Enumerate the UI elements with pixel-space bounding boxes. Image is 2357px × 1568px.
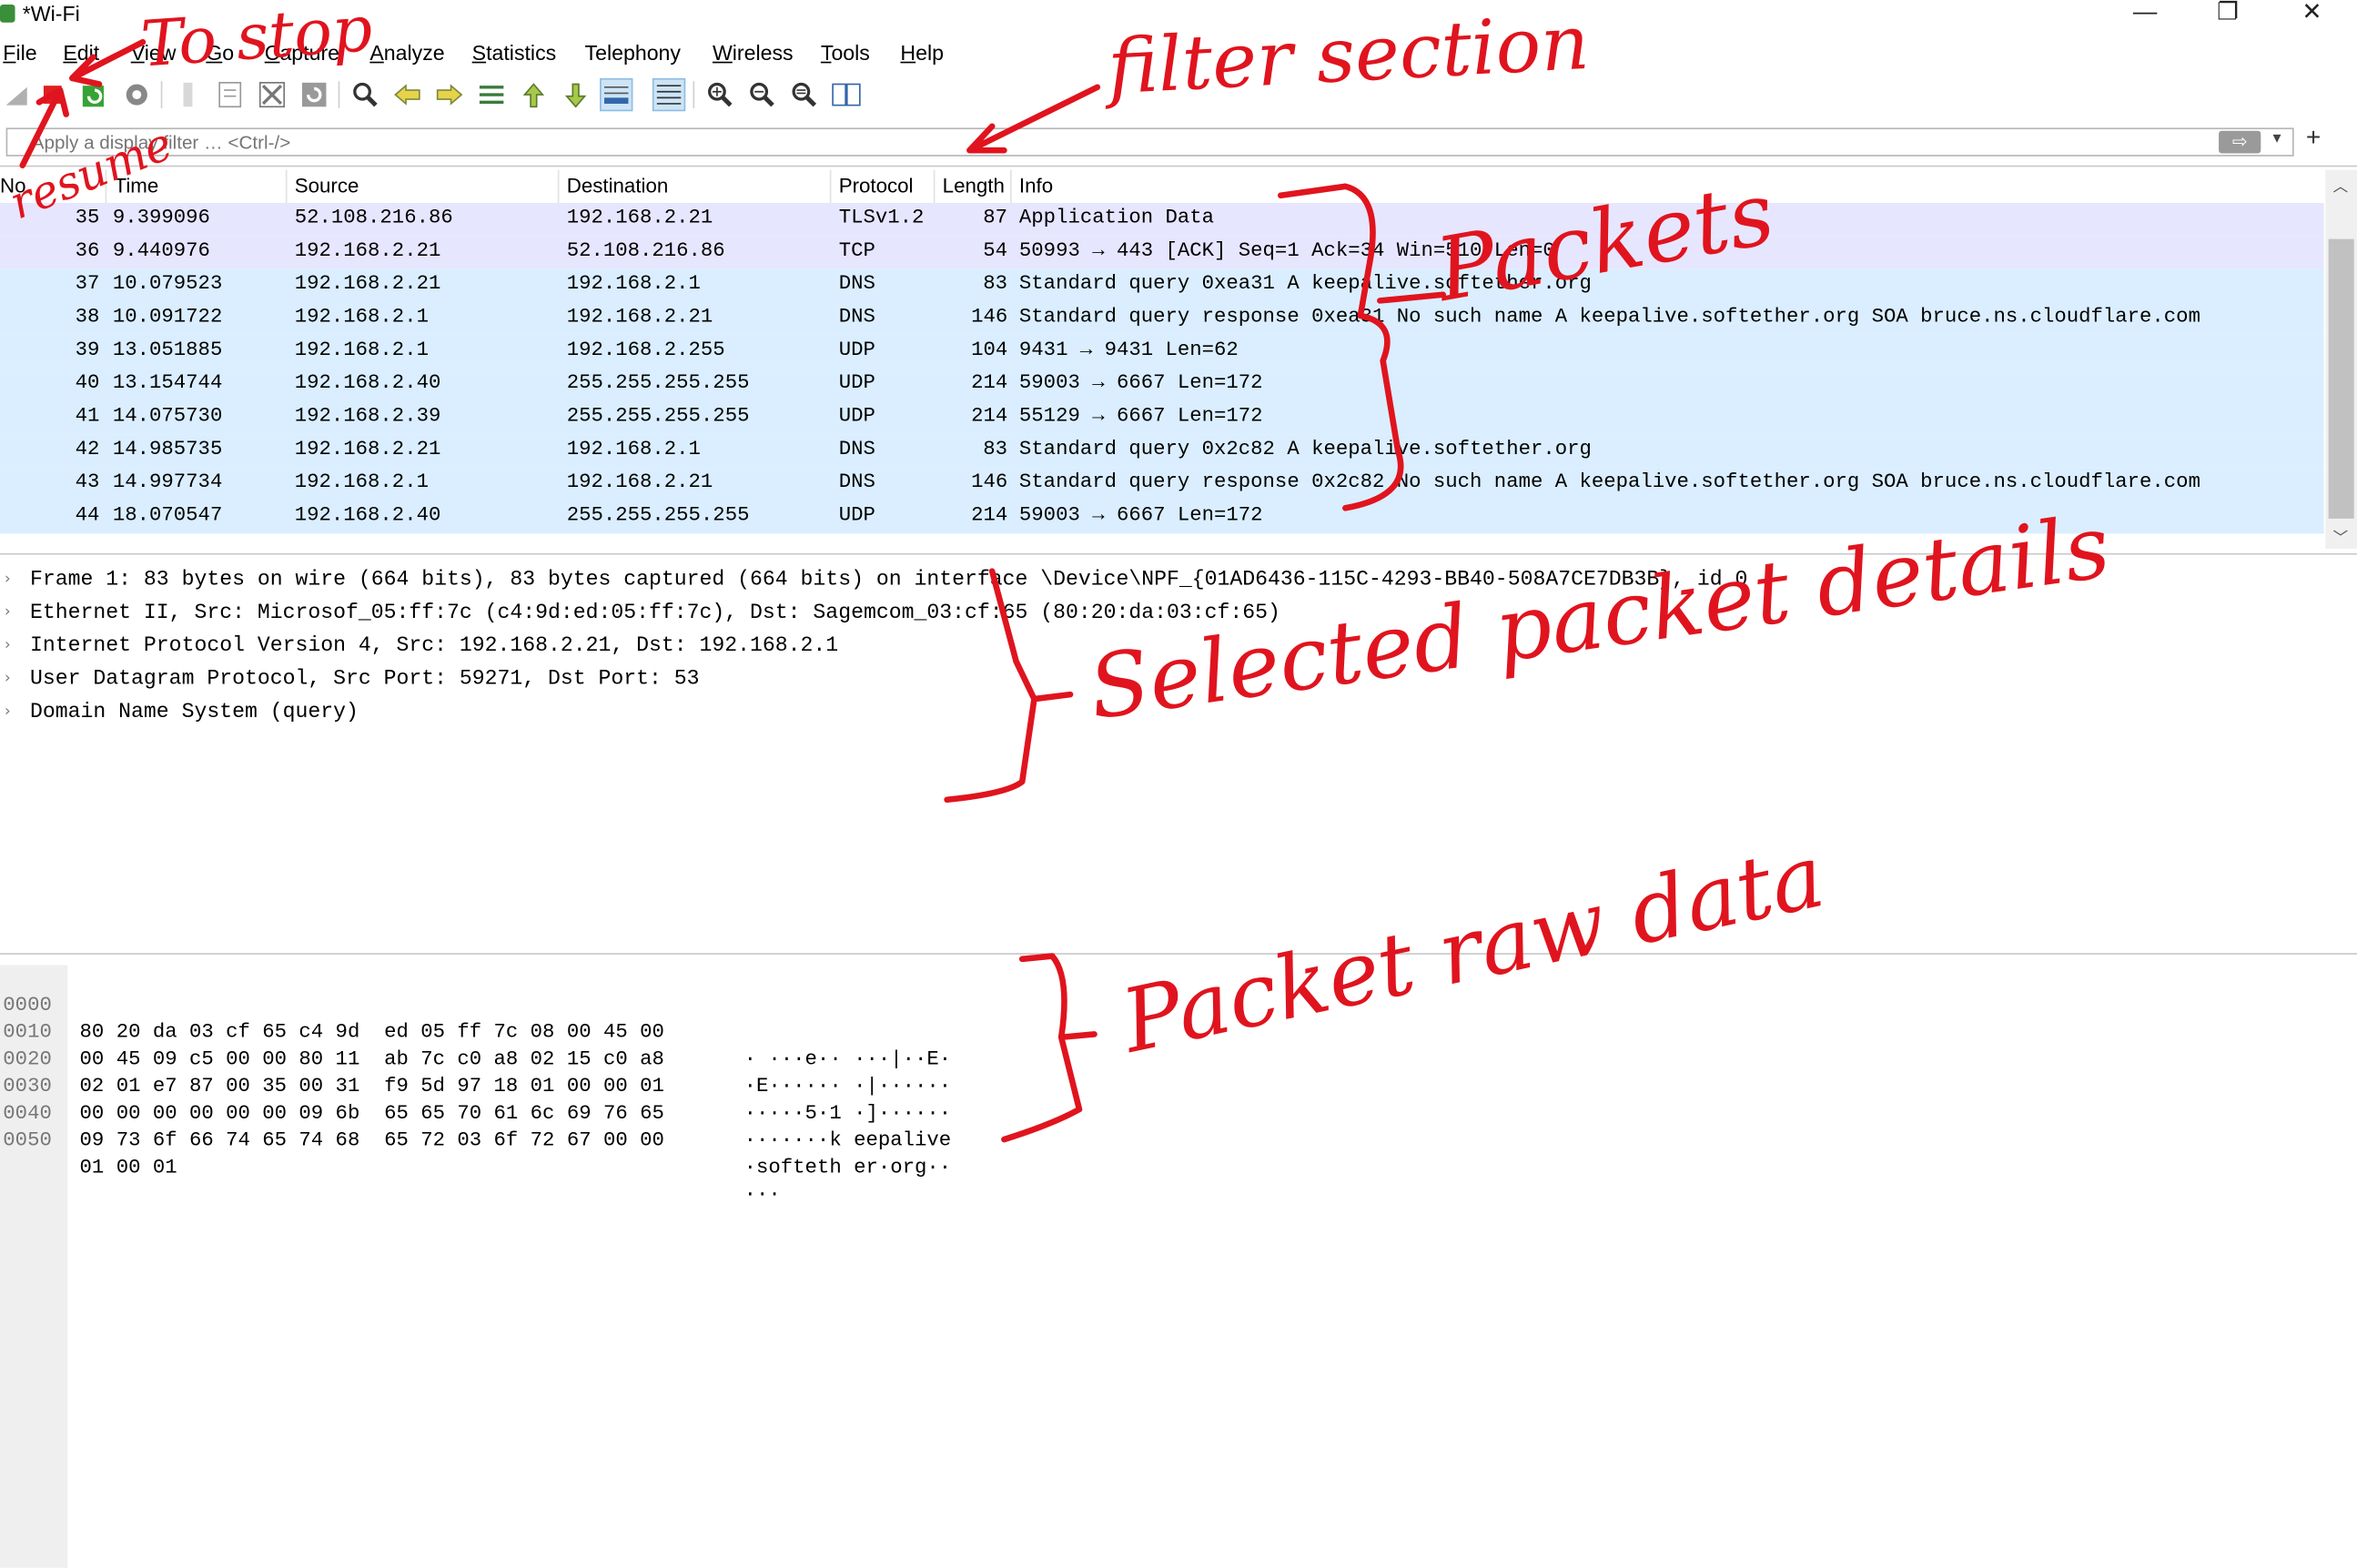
restore-icon[interactable]: ❐ bbox=[2198, 0, 2258, 28]
last-packet-icon[interactable] bbox=[559, 78, 592, 111]
title-bar: *Wi-Fi — ❐ ✕ bbox=[0, 0, 2357, 29]
colorize-icon[interactable] bbox=[652, 77, 686, 112]
packet-row[interactable]: 44 18.070547 192.168.2.40 255.255.255.25… bbox=[0, 501, 2324, 534]
col-header-source[interactable]: Source bbox=[295, 175, 359, 197]
display-filter-bar: ⇨ ▾ + bbox=[0, 123, 2357, 157]
filter-history-dropdown-icon[interactable]: ▾ bbox=[2273, 127, 2281, 147]
menu-file[interactable]: File bbox=[3, 41, 36, 65]
add-filter-button-icon[interactable]: + bbox=[2306, 123, 2321, 153]
expand-chevron-icon[interactable]: › bbox=[5, 598, 11, 628]
col-header-time[interactable]: Time bbox=[115, 175, 159, 197]
packet-row[interactable]: 40 13.154744 192.168.2.40 255.255.255.25… bbox=[0, 368, 2324, 402]
packet-row[interactable]: 37 10.079523 192.168.2.21 192.168.2.1 DN… bbox=[0, 268, 2324, 303]
menu-telephony[interactable]: Telephony bbox=[585, 41, 681, 65]
hex-row[interactable]: 0030 00 00 00 00 00 00 09 6b 65 65 70 61… bbox=[0, 1047, 951, 1153]
hex-row[interactable]: 0040 09 73 6f 66 74 65 74 68 65 72 03 6f… bbox=[0, 1075, 951, 1179]
wireshark-app-icon bbox=[0, 4, 15, 23]
window-title: *Wi-Fi bbox=[22, 1, 80, 26]
menu-analyze[interactable]: Analyze bbox=[369, 41, 444, 65]
apply-filter-button[interactable]: ⇨ bbox=[2219, 130, 2261, 154]
main-toolbar bbox=[0, 76, 2357, 117]
capture-options-icon[interactable] bbox=[120, 78, 153, 111]
first-packet-icon[interactable] bbox=[517, 78, 550, 111]
hex-row[interactable]: 0000 80 20 da 03 cf 65 c4 9d ed 05 ff 7c… bbox=[0, 966, 951, 1071]
scroll-down-icon[interactable]: ﹀ bbox=[2333, 524, 2349, 547]
packet-row[interactable]: 39 13.051885 192.168.2.1 192.168.2.255 U… bbox=[0, 335, 2324, 369]
close-file-icon[interactable] bbox=[256, 78, 288, 111]
packet-row[interactable]: 35 9.399096 52.108.216.86 192.168.2.21 T… bbox=[0, 202, 2324, 237]
packet-bytes-pane: 0000 80 20 da 03 cf 65 c4 9d ed 05 ff 7c… bbox=[0, 965, 2357, 1568]
hex-row[interactable]: 0010 00 45 09 c5 00 00 80 11 ab 7c c0 a8… bbox=[0, 994, 951, 1098]
menu-wireless[interactable]: Wireless bbox=[713, 41, 794, 65]
stop-capture-icon[interactable] bbox=[36, 78, 69, 111]
menu-go[interactable]: Go bbox=[206, 41, 234, 65]
menu-edit[interactable]: Edit bbox=[63, 41, 99, 65]
reload-file-icon[interactable] bbox=[298, 78, 330, 111]
packet-row[interactable]: 41 14.075730 192.168.2.39 255.255.255.25… bbox=[0, 401, 2324, 435]
minimize-icon[interactable]: — bbox=[2115, 0, 2175, 28]
detail-tree-item[interactable]: › User Datagram Protocol, Src Port: 5927… bbox=[0, 664, 2357, 697]
expand-chevron-icon[interactable]: › bbox=[5, 664, 11, 694]
detail-tree-item[interactable]: › Domain Name System (query) bbox=[0, 697, 2357, 730]
wireshark-window: *Wi-Fi — ❐ ✕ File Edit View Go Capture A… bbox=[0, 0, 2357, 1568]
packet-row[interactable]: 38 10.091722 192.168.2.1 192.168.2.21 DN… bbox=[0, 302, 2324, 336]
zoom-in-icon[interactable] bbox=[703, 78, 736, 111]
menu-bar: File Edit View Go Capture Analyze Statis… bbox=[0, 36, 2357, 73]
menu-statistics[interactable]: Statistics bbox=[472, 41, 557, 65]
normal-size-icon[interactable] bbox=[788, 78, 821, 111]
detail-tree-item[interactable]: › Ethernet II, Src: Microsof_05:ff:7c (c… bbox=[0, 598, 2357, 631]
hex-row[interactable]: 0020 02 01 e7 87 00 35 00 31 f9 5d 97 18… bbox=[0, 1021, 951, 1126]
packet-row[interactable]: 43 14.997734 192.168.2.1 192.168.2.21 DN… bbox=[0, 467, 2324, 501]
expand-chevron-icon[interactable]: › bbox=[5, 632, 11, 662]
zoom-out-icon[interactable] bbox=[745, 78, 778, 111]
hex-row[interactable]: 0050 01 00 01 ··· bbox=[0, 1102, 780, 1207]
go-to-packet-icon[interactable] bbox=[475, 78, 508, 111]
detail-tree-item[interactable]: › Frame 1: 83 bytes on wire (664 bits), … bbox=[0, 565, 2357, 598]
scrollbar-thumb[interactable] bbox=[2328, 238, 2354, 519]
menu-capture[interactable]: Capture bbox=[265, 41, 339, 65]
menu-help[interactable]: Help bbox=[900, 41, 944, 65]
detail-tree-item[interactable]: › Internet Protocol Version 4, Src: 192.… bbox=[0, 632, 2357, 664]
save-file-icon[interactable] bbox=[214, 78, 247, 111]
col-header-info[interactable]: Info bbox=[1019, 175, 1053, 197]
find-packet-icon[interactable] bbox=[349, 78, 381, 111]
go-back-icon[interactable] bbox=[390, 78, 423, 111]
menu-tools[interactable]: Tools bbox=[821, 41, 870, 65]
packet-list-scrollbar[interactable]: ︿ ﹀ bbox=[2325, 169, 2357, 549]
open-file-icon[interactable] bbox=[171, 78, 204, 111]
resize-columns-icon[interactable] bbox=[830, 78, 863, 111]
restart-capture-icon[interactable] bbox=[78, 78, 111, 111]
expand-chevron-icon[interactable]: › bbox=[5, 565, 11, 595]
autoscroll-icon[interactable] bbox=[600, 77, 633, 112]
display-filter-input[interactable] bbox=[5, 127, 2294, 157]
shark-fin-icon[interactable] bbox=[0, 78, 33, 111]
scroll-up-icon[interactable]: ︿ bbox=[2333, 173, 2349, 196]
packet-row[interactable]: 36 9.440976 192.168.2.21 52.108.216.86 T… bbox=[0, 236, 2324, 269]
close-icon[interactable]: ✕ bbox=[2281, 0, 2342, 28]
go-forward-icon[interactable] bbox=[433, 78, 466, 111]
menu-view[interactable]: View bbox=[131, 41, 177, 65]
expand-chevron-icon[interactable]: › bbox=[5, 697, 11, 727]
packet-row[interactable]: 42 14.985735 192.168.2.21 192.168.2.1 DN… bbox=[0, 434, 2324, 468]
packet-list-header: No. Time Source Destination Protocol Len… bbox=[0, 169, 2324, 203]
col-header-destination[interactable]: Destination bbox=[567, 175, 669, 197]
col-header-length[interactable]: Length bbox=[943, 175, 1005, 197]
col-header-protocol[interactable]: Protocol bbox=[839, 175, 914, 197]
col-header-no[interactable]: No. bbox=[0, 175, 32, 197]
